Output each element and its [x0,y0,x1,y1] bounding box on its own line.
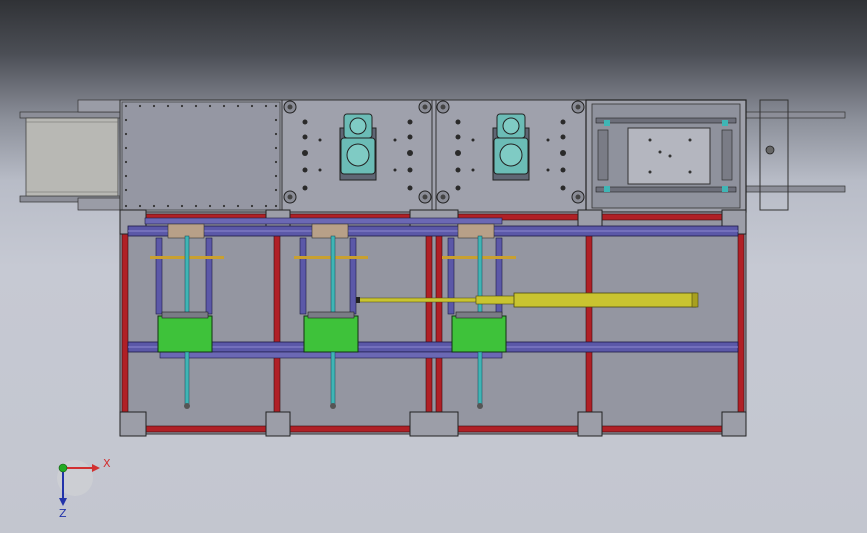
infeed-conveyor [19,99,126,211]
lower-frame [119,209,747,437]
motor-1 [339,113,377,181]
coordinate-triad: X Z [57,457,111,520]
z-axis-label: Z [59,507,67,520]
y-axis-origin [58,463,68,473]
upper-deck [119,99,591,213]
machine-assembly-top-view: X Z [19,99,846,520]
cad-viewport[interactable]: X Z [0,0,867,533]
outfeed-station [585,99,846,213]
x-axis-label: X [103,457,111,470]
motor-2 [492,113,530,181]
